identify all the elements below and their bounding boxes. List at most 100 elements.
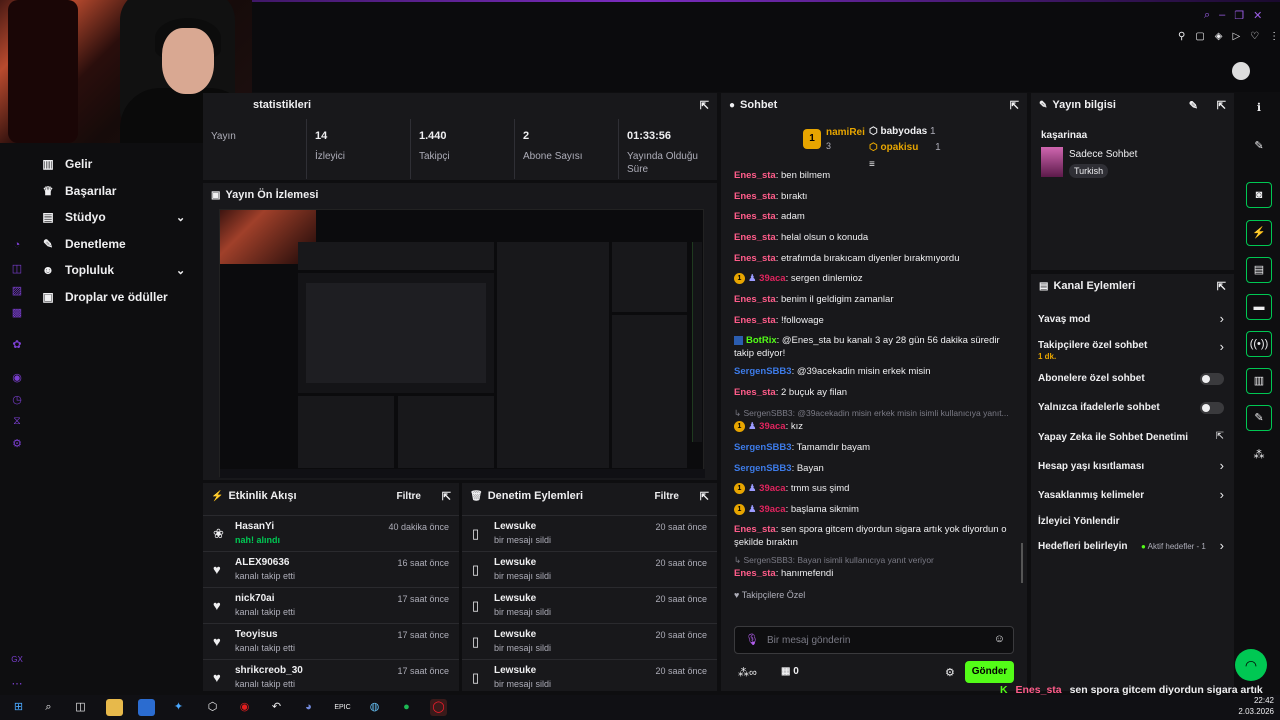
chat-username[interactable]: Enes_sta: [734, 253, 776, 264]
action-account-age[interactable]: Hesap yaşı kısıtlaması ›: [1031, 453, 1234, 481]
document-icon[interactable]: ▤: [1246, 257, 1272, 283]
wrench-icon[interactable]: ✎: [1246, 405, 1272, 431]
rail-icon-1[interactable]: ◔: [10, 239, 24, 253]
app-icon[interactable]: ✦: [170, 699, 187, 716]
chat-username[interactable]: Enes_sta: [734, 211, 776, 222]
chat-bubble-icon[interactable]: ▬: [1246, 294, 1272, 320]
popout-icon[interactable]: ⇱: [700, 490, 709, 503]
chat-input[interactable]: 🎙 Bir mesaj gönderin ☺: [734, 626, 1014, 654]
opera-gx-icon[interactable]: ◯: [430, 699, 447, 716]
rail-icon-7[interactable]: ◷: [10, 393, 24, 407]
popout-icon[interactable]: ⇱: [1217, 280, 1226, 293]
support-icon[interactable]: ◠: [1235, 649, 1267, 681]
search-icon[interactable]: ⌕: [1204, 9, 1210, 23]
action-subs-only[interactable]: Abonelere özel sohbet: [1031, 365, 1234, 393]
nav-item-drops[interactable]: ▣ Droplar ve ödüller: [40, 284, 167, 310]
broadcast-icon[interactable]: ((•)): [1246, 331, 1272, 357]
chat-username[interactable]: SergenSBB3: [734, 463, 792, 474]
action-followers-only[interactable]: Takipçilere özel sohbet 1 dk. ›: [1031, 334, 1234, 366]
epic-games-icon[interactable]: EPIC: [334, 699, 351, 716]
action-ai-moderation[interactable]: Yapay Zeka ile Sohbet Denetimi ⇱: [1031, 424, 1234, 452]
stream-preview-video[interactable]: [219, 209, 705, 478]
chat-username[interactable]: Enes_sta: [734, 387, 776, 398]
lightning-icon[interactable]: ⚡: [1246, 220, 1272, 246]
restore-icon[interactable]: ❐: [1234, 9, 1244, 23]
chat-username[interactable]: Enes_sta: [734, 524, 776, 535]
action-goals[interactable]: Hedefleri belirleyin ● Aktif hedefler - 1…: [1031, 533, 1234, 561]
nav-item-community[interactable]: ☻ Topluluk ⌄: [40, 257, 186, 283]
rail-icon-5[interactable]: ✿: [10, 338, 24, 352]
edit-icon[interactable]: ✎: [1189, 99, 1198, 112]
app-icon[interactable]: ◉: [236, 699, 253, 716]
chat-username[interactable]: SergenSBB3: @39acekadin misin erkek misi…: [743, 408, 1008, 418]
chat-username[interactable]: SergenSBB3: Bayan isimli kullanıcıya yan…: [743, 555, 933, 565]
action-slow-mode[interactable]: Yavaş mod ›: [1031, 306, 1234, 334]
chat-username[interactable]: 39aca: [759, 483, 785, 494]
chat-scrollbar[interactable]: [1021, 543, 1023, 583]
chat-username[interactable]: Enes_sta: [734, 191, 776, 202]
points-display[interactable]: ▦ 0: [781, 666, 799, 677]
popout-icon[interactable]: ⇱: [1010, 99, 1019, 112]
settings-bits-icon[interactable]: ⁂∞: [738, 666, 757, 679]
chat-username[interactable]: 39aca: [759, 421, 785, 432]
nav-item-studio[interactable]: ▤ Stüdyo ⌄: [40, 204, 185, 230]
chat-username[interactable]: SergenSBB3: [734, 366, 792, 377]
app-icon[interactable]: ↶: [268, 699, 285, 716]
nav-item-income[interactable]: ▥ Gelir: [40, 151, 92, 177]
rail-icon-4[interactable]: ▩: [10, 306, 24, 320]
minimize-icon[interactable]: –: [1219, 9, 1225, 23]
emoji-icon[interactable]: ☺: [994, 633, 1005, 645]
popout-icon[interactable]: ⇱: [700, 99, 709, 112]
info-icon[interactable]: ℹ: [1246, 96, 1272, 122]
action-banned-words[interactable]: Yasaklanmış kelimeler ›: [1031, 482, 1234, 510]
rail-icon-6[interactable]: ◉: [10, 371, 24, 385]
profile-avatar[interactable]: [1232, 62, 1250, 80]
bookmark-icon[interactable]: ▢: [1195, 31, 1204, 45]
chat-username[interactable]: Enes_sta: [734, 568, 776, 579]
rail-icon-9[interactable]: ⚙: [10, 437, 24, 451]
pencil-icon[interactable]: ✎: [1246, 134, 1272, 160]
emote-only-toggle[interactable]: [1200, 402, 1224, 414]
chat-username[interactable]: 39aca: [759, 504, 785, 515]
shield-icon[interactable]: ◈: [1215, 31, 1223, 45]
action-raid[interactable]: İzleyici Yönlendir: [1031, 508, 1234, 536]
chat-username[interactable]: Enes_sta: [734, 315, 776, 326]
popout-icon[interactable]: ⇱: [442, 490, 451, 503]
popout-icon[interactable]: ⇱: [1217, 99, 1226, 112]
task-view-icon[interactable]: ◫: [72, 699, 89, 716]
app-icon[interactable]: [138, 699, 155, 716]
send-button[interactable]: Gönder: [965, 661, 1014, 683]
chat-username[interactable]: 39aca: [759, 273, 785, 284]
chat-username[interactable]: Enes_sta: [734, 294, 776, 305]
play-icon[interactable]: ▷: [1232, 31, 1240, 45]
nav-item-moderation[interactable]: ✎ Denetleme: [40, 231, 126, 257]
rail-icon-2[interactable]: ◫: [10, 262, 24, 276]
app-icon[interactable]: ⬡: [204, 699, 221, 716]
steam-icon[interactable]: ◍: [366, 699, 383, 716]
chat-username[interactable]: BotRix: [746, 335, 777, 346]
discord-icon[interactable]: ◕: [300, 699, 317, 716]
rail-icon-8[interactable]: ⧖: [10, 415, 24, 429]
rail-more-icon[interactable]: ⋯: [10, 677, 24, 691]
rail-icon-3[interactable]: ▨: [10, 284, 24, 298]
chat-username[interactable]: Enes_sta: [734, 170, 776, 181]
search-icon[interactable]: ⌕: [40, 699, 57, 716]
pin-icon[interactable]: ⚲: [1178, 31, 1185, 45]
mic-icon[interactable]: 🎙: [745, 633, 759, 646]
more-icon[interactable]: ⋮: [1269, 31, 1279, 45]
close-icon[interactable]: ✕: [1253, 9, 1262, 23]
windows-start-icon[interactable]: ⊞: [10, 699, 27, 716]
spotify-icon[interactable]: ●: [398, 699, 415, 716]
gear-icon[interactable]: ⚙: [945, 666, 955, 679]
layout-icon[interactable]: ▥: [1246, 368, 1272, 394]
chat-username[interactable]: SergenSBB3: [734, 442, 792, 453]
camera-icon[interactable]: ◙: [1246, 182, 1272, 208]
heart-icon[interactable]: ♡: [1250, 31, 1259, 45]
chat-username[interactable]: Enes_sta: [734, 232, 776, 243]
activity-filter-button[interactable]: Filtre: [397, 491, 421, 502]
apps-icon[interactable]: ⁂: [1246, 443, 1272, 469]
file-explorer-icon[interactable]: [106, 699, 123, 716]
subs-only-toggle[interactable]: [1200, 373, 1224, 385]
nav-item-achievements[interactable]: ♛ Başarılar: [40, 178, 117, 204]
moderation-filter-button[interactable]: Filtre: [655, 491, 679, 502]
